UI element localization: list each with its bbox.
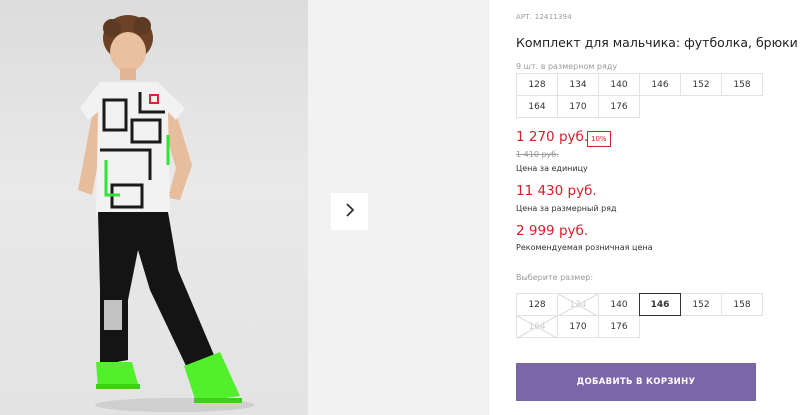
size-picker-caption: Выберите размер: (516, 273, 594, 282)
size-row-cell: 140 (598, 73, 640, 96)
size-option-164: 164 (516, 315, 558, 338)
size-option-134: 134 (557, 293, 599, 316)
recommended-price: 2 999 руб. (516, 223, 589, 239)
size-option-152[interactable]: 152 (680, 293, 722, 316)
size-row-caption: 9 шт. в размерном ряду (516, 62, 618, 71)
size-row-cell: 158 (721, 73, 763, 96)
product-title: Комплект для мальчика: футболка, брюки (516, 35, 798, 50)
discount-badge: 10% (587, 131, 611, 147)
product-photo (0, 0, 308, 415)
divider (488, 0, 489, 415)
size-option-128[interactable]: 128 (516, 293, 558, 316)
old-price: 1 410 руб. (516, 150, 559, 159)
row-price-caption: Цена за размерный ряд (516, 204, 617, 213)
size-row-cell: 146 (639, 73, 681, 96)
size-row-grid: 128 134 140 146 152 158 164 170 176 (516, 73, 763, 118)
add-to-cart-button[interactable]: ДОБАВИТЬ В КОРЗИНУ (516, 363, 756, 401)
size-row-cell: 164 (516, 95, 558, 118)
size-option-140[interactable]: 140 (598, 293, 640, 316)
size-option-176[interactable]: 176 (598, 315, 640, 338)
size-row-cell: 128 (516, 73, 558, 96)
chevron-right-icon (344, 202, 356, 222)
boy-illustration (78, 15, 255, 412)
size-row-cell: 176 (598, 95, 640, 118)
size-row-cell: 152 (680, 73, 722, 96)
size-row-cell: 170 (557, 95, 599, 118)
row-price: 11 430 руб. (516, 183, 597, 199)
size-option-146[interactable]: 146 (639, 293, 681, 316)
size-picker-grid: 128 134 140 146 152 158 164 170 176 (516, 293, 763, 338)
article-number: АРТ. 12411394 (516, 13, 572, 21)
price: 1 270 руб. (516, 129, 589, 145)
size-option-170[interactable]: 170 (557, 315, 599, 338)
next-image-button[interactable] (331, 193, 368, 230)
unit-price-caption: Цена за единицу (516, 164, 588, 173)
size-row-cell: 134 (557, 73, 599, 96)
size-option-158[interactable]: 158 (721, 293, 763, 316)
recommended-price-caption: Рекомендуемая розничная цена (516, 243, 653, 252)
